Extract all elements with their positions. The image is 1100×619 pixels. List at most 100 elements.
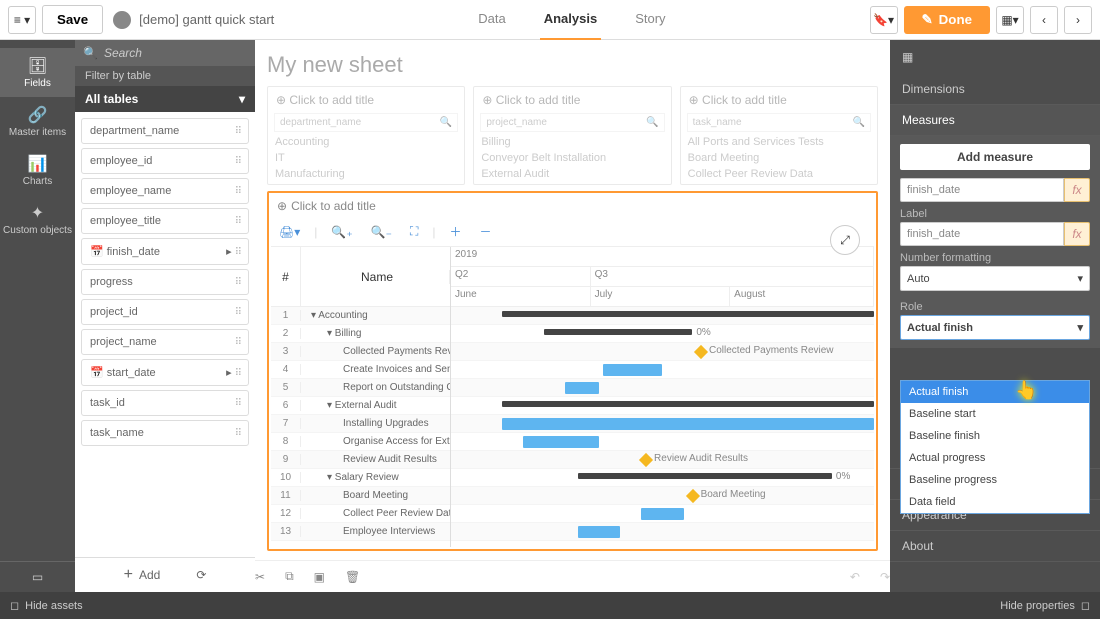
done-button[interactable]: ✎Done bbox=[904, 6, 991, 34]
role-option[interactable]: Baseline finish bbox=[901, 425, 1089, 447]
add-field-button[interactable]: +Add ⟳ bbox=[75, 557, 255, 592]
gantt-row[interactable]: 1▾ Accounting bbox=[271, 307, 450, 325]
table-icon: ▦ bbox=[890, 40, 1100, 74]
gantt-bar-row bbox=[451, 379, 874, 397]
paste-icon[interactable]: ▣ bbox=[314, 570, 325, 584]
main: 🗄Fields 🔗Master items 📊Charts ✦Custom ob… bbox=[0, 40, 1100, 592]
role-option[interactable]: Actual finish bbox=[901, 381, 1089, 403]
filter-card[interactable]: ⊕ Click to add titletask_name🔍All Ports … bbox=[680, 86, 878, 185]
gantt-row[interactable]: 7Installing Upgrades bbox=[271, 415, 450, 433]
section-about[interactable]: About bbox=[890, 531, 1100, 562]
menu-button[interactable]: ≡ ▾ bbox=[8, 6, 36, 34]
filter-card[interactable]: ⊕ Click to add titleproject_name🔍Billing… bbox=[473, 86, 671, 185]
field-item[interactable]: project_name⠿ bbox=[81, 329, 249, 355]
measure-field-input[interactable]: finish_date bbox=[900, 178, 1064, 202]
gantt-add-title[interactable]: ⊕ Click to add title bbox=[271, 195, 874, 217]
gantt-fit-icon[interactable]: ⛶ bbox=[406, 222, 422, 241]
copy-icon[interactable]: ⧉ bbox=[285, 569, 294, 584]
gantt-row[interactable]: 10▾ Salary Review bbox=[271, 469, 450, 487]
gantt-row[interactable]: 8Organise Access for Exter bbox=[271, 433, 450, 451]
cut-icon[interactable]: ✂ bbox=[255, 570, 265, 584]
tab-data[interactable]: Data bbox=[474, 0, 509, 40]
tab-story[interactable]: Story bbox=[631, 0, 669, 40]
field-item[interactable]: department_name⠿ bbox=[81, 118, 249, 144]
sheet-title[interactable]: My new sheet bbox=[267, 52, 878, 78]
section-dimensions[interactable]: Dimensions bbox=[890, 74, 1100, 105]
rail-charts[interactable]: 📊Charts bbox=[0, 146, 75, 195]
rail-master-items[interactable]: 🔗Master items bbox=[0, 97, 75, 146]
gantt-chart[interactable]: ⊕ Click to add title 🖨▾ | 🔍₊ 🔍₋ ⛶ | ＋ － … bbox=[267, 191, 878, 551]
label-input[interactable]: finish_date bbox=[900, 222, 1064, 246]
gantt-row[interactable]: 5Report on Outstanding Co bbox=[271, 379, 450, 397]
top-right-controls: 🔖▾ ✎Done ▦▾ ‹ › bbox=[870, 6, 1093, 34]
gantt-bar-row: 0% bbox=[451, 325, 874, 343]
filter-card[interactable]: ⊕ Click to add titledepartment_name🔍Acco… bbox=[267, 86, 465, 185]
fields-panel: 🔍 Search Filter by table All tables▾ dep… bbox=[75, 40, 255, 592]
action-bar: ✂ ⧉ ▣ 🗑 ↶ ↷ bbox=[255, 560, 890, 592]
rail-custom-objects[interactable]: ✦Custom objects bbox=[0, 195, 75, 244]
gantt-row[interactable]: 3Collected Payments Review bbox=[271, 343, 450, 361]
field-item[interactable]: 📅 start_date▸ ⠿ bbox=[81, 359, 249, 386]
fx-button-2[interactable]: fx bbox=[1064, 222, 1090, 246]
gantt-row[interactable]: 2▾ Billing bbox=[271, 325, 450, 343]
rail-bottom-icon[interactable]: ▭ bbox=[0, 561, 75, 592]
document-title: [demo] gantt quick start bbox=[139, 12, 274, 27]
gantt-row[interactable]: 6▾ External Audit bbox=[271, 397, 450, 415]
gantt-header-num: # bbox=[271, 247, 301, 307]
field-item[interactable]: project_id⠿ bbox=[81, 299, 249, 325]
gantt-bar-row bbox=[451, 361, 874, 379]
search-bar[interactable]: 🔍 Search bbox=[75, 40, 255, 66]
measures-body: Add measure finish_date fx Label finish_… bbox=[890, 136, 1100, 348]
gantt-remove-icon[interactable]: － bbox=[476, 221, 496, 242]
gantt-print-icon[interactable]: 🖨▾ bbox=[275, 223, 304, 241]
globe-icon bbox=[113, 11, 131, 29]
gantt-bar-row: Collected Payments Review bbox=[451, 343, 874, 361]
hide-properties-bar[interactable]: Hide properties ◻ bbox=[890, 592, 1100, 619]
field-item[interactable]: employee_id⠿ bbox=[81, 148, 249, 174]
gantt-body: # Name 1▾ Accounting2▾ Billing3Collected… bbox=[271, 247, 874, 547]
gantt-add-icon[interactable]: ＋ bbox=[445, 221, 465, 242]
gantt-bar-row: Board Meeting bbox=[451, 487, 874, 505]
bookmark-button[interactable]: 🔖▾ bbox=[870, 6, 898, 34]
field-item[interactable]: progress⠿ bbox=[81, 269, 249, 295]
field-item[interactable]: employee_title⠿ bbox=[81, 208, 249, 234]
add-measure-button[interactable]: Add measure bbox=[900, 144, 1090, 170]
nav-tabs: Data Analysis Story bbox=[474, 0, 669, 40]
gantt-row[interactable]: 11Board Meeting bbox=[271, 487, 450, 505]
rail-fields[interactable]: 🗄Fields bbox=[0, 48, 75, 97]
gantt-row[interactable]: 12Collect Peer Review Data bbox=[271, 505, 450, 523]
table-select[interactable]: All tables▾ bbox=[75, 86, 255, 112]
gantt-row[interactable]: 9Review Audit Results bbox=[271, 451, 450, 469]
delete-icon[interactable]: 🗑 bbox=[345, 570, 360, 584]
gantt-bar-row bbox=[451, 307, 874, 325]
undo-icon[interactable]: ↶ bbox=[850, 570, 860, 584]
gantt-row[interactable]: 13Employee Interviews bbox=[271, 523, 450, 541]
prev-button[interactable]: ‹ bbox=[1030, 6, 1058, 34]
section-measures[interactable]: Measures bbox=[890, 105, 1100, 136]
field-item[interactable]: task_id⠿ bbox=[81, 390, 249, 416]
gantt-row[interactable]: 4Create Invoices and Send bbox=[271, 361, 450, 379]
gantt-zoom-in-icon[interactable]: 🔍₊ bbox=[327, 223, 356, 241]
redo-icon[interactable]: ↷ bbox=[880, 570, 890, 584]
hide-assets-bar[interactable]: ◻ Hide assets bbox=[0, 592, 890, 619]
role-option[interactable]: Baseline progress bbox=[901, 469, 1089, 491]
gantt-timeline: 2019 Q2 Q3 June July August 0%Collected … bbox=[451, 247, 874, 547]
role-select[interactable]: Actual finish▾ bbox=[900, 315, 1090, 340]
gantt-bar-row: 0% bbox=[451, 469, 874, 487]
filter-by-table-label: Filter by table bbox=[75, 66, 255, 86]
tab-analysis[interactable]: Analysis bbox=[540, 0, 601, 40]
field-item[interactable]: task_name⠿ bbox=[81, 420, 249, 446]
field-item[interactable]: 📅 finish_date▸ ⠿ bbox=[81, 238, 249, 265]
next-button[interactable]: › bbox=[1064, 6, 1092, 34]
field-item[interactable]: employee_name⠿ bbox=[81, 178, 249, 204]
role-option[interactable]: Baseline start bbox=[901, 403, 1089, 425]
role-option[interactable]: Actual progress bbox=[901, 447, 1089, 469]
sheet-grid-button[interactable]: ▦▾ bbox=[996, 6, 1024, 34]
right-panel: ▦ Dimensions Measures Add measure finish… bbox=[890, 40, 1100, 592]
save-button[interactable]: Save bbox=[42, 5, 103, 34]
role-option[interactable]: Data field bbox=[901, 491, 1089, 513]
gantt-bar-row bbox=[451, 433, 874, 451]
number-formatting-select[interactable]: Auto▾ bbox=[900, 266, 1090, 291]
gantt-zoom-out-icon[interactable]: 🔍₋ bbox=[367, 223, 396, 241]
fx-button-1[interactable]: fx bbox=[1064, 178, 1090, 202]
